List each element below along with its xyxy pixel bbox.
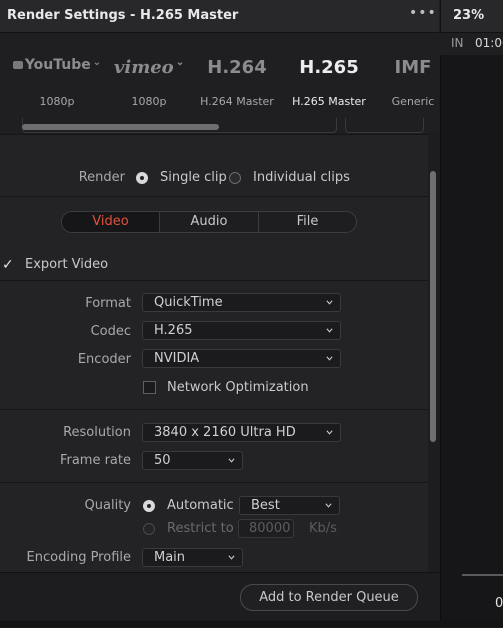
tab-file[interactable]: File (259, 212, 356, 232)
format-value: QuickTime (154, 295, 223, 310)
tab-audio[interactable]: Audio (160, 212, 258, 232)
single-clip-label[interactable]: Single clip (160, 170, 227, 185)
individual-clips-label[interactable]: Individual clips (253, 170, 350, 185)
quality-level-dropdown[interactable]: Best (239, 496, 340, 515)
chevron-down-icon (326, 430, 333, 435)
individual-clips-radio[interactable] (229, 172, 241, 184)
settings-tab-bar: Video Audio File (61, 211, 357, 233)
encoder-label: Encoder (77, 352, 131, 367)
quality-automatic-radio[interactable] (143, 500, 155, 512)
codec-value: H.265 (154, 323, 193, 338)
format-label: Format (85, 296, 131, 311)
preset-h265-master[interactable]: H.265 H.265 Master (284, 33, 374, 128)
preset-vimeo[interactable]: vimeo ⌄ 1080p (104, 33, 194, 128)
divider (0, 482, 428, 483)
quality-level-value: Best (251, 498, 280, 513)
preset-caption: Generic (391, 95, 435, 108)
network-optimization-checkbox[interactable] (143, 381, 156, 394)
quality-restrict-label[interactable]: Restrict to (167, 521, 234, 536)
bottom-edge (0, 621, 503, 627)
resolution-label: Resolution (63, 425, 131, 440)
preset-caption: H.264 Master (200, 95, 274, 108)
divider (0, 280, 428, 281)
in-label: IN (451, 36, 464, 50)
export-video-label[interactable]: Export Video (25, 257, 108, 272)
format-dropdown[interactable]: QuickTime (142, 293, 341, 312)
chevron-down-icon (326, 300, 333, 305)
viewer-divider (462, 574, 503, 576)
quality-label: Quality (84, 498, 131, 513)
render-label: Render (78, 170, 125, 185)
preset-logo: H.265 (299, 57, 359, 78)
encoding-profile-label: Encoding Profile (26, 550, 131, 565)
preset-caption: 1080p (39, 95, 75, 108)
frame-rate-dropdown[interactable]: 50 (142, 451, 243, 470)
viewer-panel (440, 33, 503, 627)
preset-h264-master[interactable]: H.264 H.264 Master (192, 33, 282, 128)
quality-automatic-label[interactable]: Automatic (167, 498, 234, 513)
quality-restrict-radio[interactable] (143, 523, 155, 535)
chevron-down-icon (228, 555, 235, 560)
preset-horizontal-scrollbar[interactable] (22, 124, 219, 130)
preset-caption: H.265 Master (292, 95, 366, 108)
divider (0, 196, 428, 197)
preset-imf-generic[interactable]: IMF Generic (368, 33, 439, 128)
tab-video[interactable]: Video (62, 212, 159, 232)
frame-rate-value: 50 (154, 453, 171, 468)
codec-label: Codec (90, 324, 131, 339)
vimeo-logo-icon: vimeo ⌄ (113, 57, 185, 78)
resolution-value: 3840 x 2160 Ultra HD (154, 425, 296, 440)
preset-youtube[interactable]: YouTube ⌄ 1080p (12, 33, 102, 128)
render-settings-panel: Render Single clip Individual clips Vide… (0, 134, 428, 572)
in-timecode[interactable]: 01:00 (475, 36, 503, 50)
bitrate-field[interactable]: 80000 (238, 519, 294, 538)
divider (0, 409, 428, 410)
frame-rate-label: Frame rate (59, 453, 131, 468)
resolution-dropdown[interactable]: 3840 x 2160 Ultra HD (142, 423, 341, 442)
chevron-down-icon (326, 356, 333, 361)
chevron-down-icon (228, 458, 235, 463)
encoder-value: NVIDIA (154, 351, 200, 366)
network-optimization-label[interactable]: Network Optimization (167, 380, 309, 395)
preset-caption: 1080p (131, 95, 167, 108)
window-title: Render Settings - H.265 Master (7, 8, 239, 23)
bitrate-unit: Kb/s (309, 521, 337, 536)
youtube-logo-icon: YouTube ⌄ (12, 57, 102, 73)
bitrate-value: 80000 (249, 521, 291, 536)
options-menu-icon[interactable]: ••• (409, 5, 437, 21)
preset-logo: H.264 (207, 57, 267, 78)
codec-dropdown[interactable]: H.265 (142, 321, 341, 340)
settings-vertical-scrollbar[interactable] (430, 171, 436, 442)
encoder-dropdown[interactable]: NVIDIA (142, 349, 341, 368)
single-clip-radio[interactable] (136, 172, 148, 184)
zoom-level[interactable]: 23% (453, 8, 484, 23)
export-video-checkbox[interactable]: ✓ (2, 257, 14, 273)
encoding-profile-value: Main (154, 550, 186, 565)
divider (0, 134, 428, 135)
viewer-counter: 0 (495, 596, 503, 611)
partially-hidden-button (345, 118, 424, 133)
chevron-down-icon (325, 503, 332, 508)
encoding-profile-dropdown[interactable]: Main (142, 548, 243, 567)
chevron-down-icon (326, 328, 333, 333)
add-to-render-queue-button[interactable]: Add to Render Queue (240, 584, 418, 611)
preset-logo: IMF (394, 57, 432, 78)
